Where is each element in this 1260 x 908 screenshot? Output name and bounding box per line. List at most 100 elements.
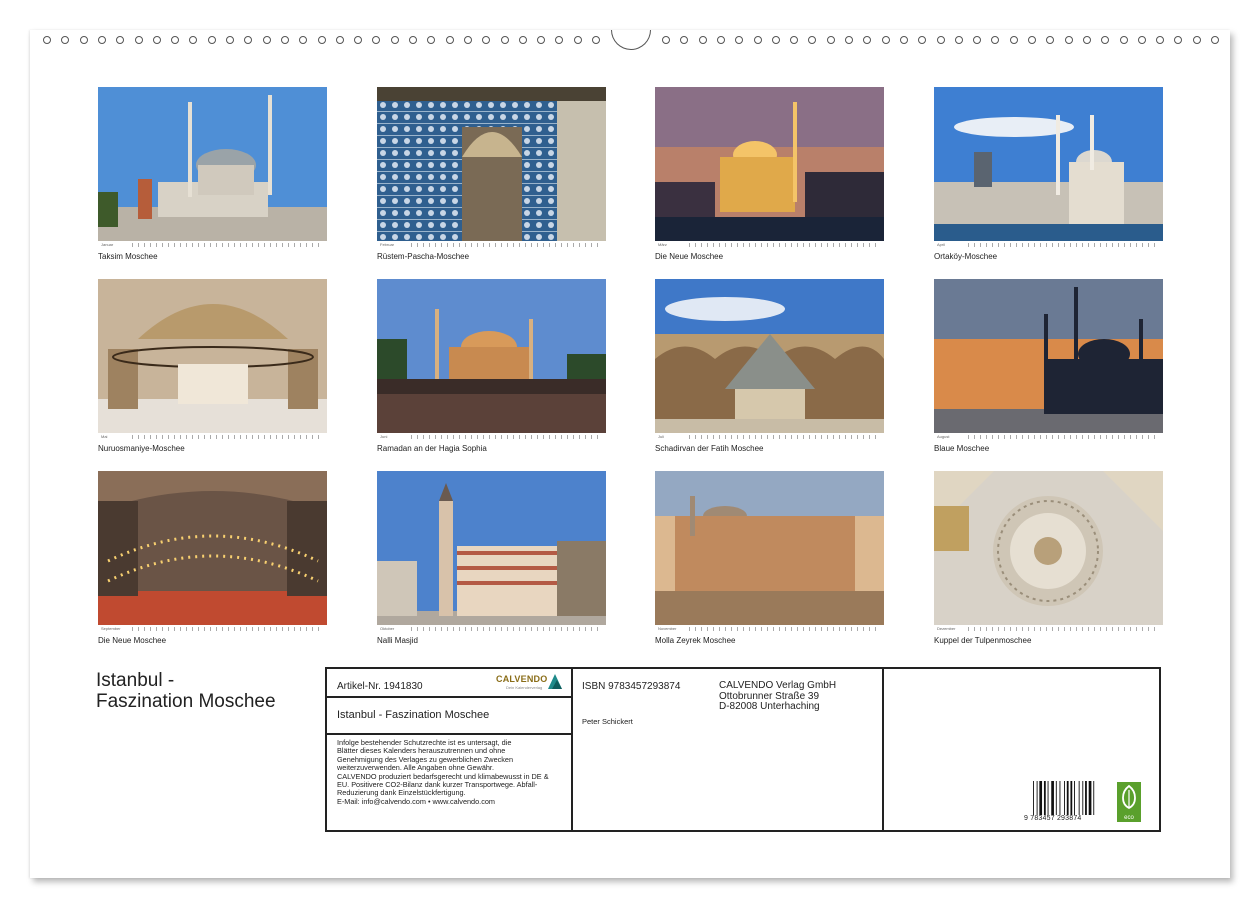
eco-label: eco	[1117, 782, 1141, 822]
month-grid-strip: Januar	[98, 241, 327, 248]
month-photo: November	[655, 471, 884, 632]
day-grid	[689, 627, 881, 631]
binding-hole	[574, 36, 582, 44]
month-tile: AugustBlaue Moschee	[934, 279, 1163, 453]
info-box: Artikel-Nr. 1941830 CALVENDO Dein Kalend…	[325, 667, 1161, 832]
photo-caption: Nalli Masjid	[377, 636, 606, 645]
month-tile: Juni Ramadan an der Hagia Sophia	[377, 279, 606, 453]
publisher-address: CALVENDO Verlag GmbHOttobrunner Straße 3…	[719, 681, 836, 713]
binding-hole	[1028, 36, 1036, 44]
legal-notice: Infolge bestehender Schutzrechte ist es …	[337, 739, 567, 806]
binding-hole	[98, 36, 106, 44]
binding-hole	[135, 36, 143, 44]
month-grid-strip: Februar	[377, 241, 606, 248]
binding-hole	[845, 36, 853, 44]
binding-hole	[991, 36, 999, 44]
legal-line: E-Mail: info@calvendo.com • www.calvendo…	[337, 798, 567, 806]
binding-hole	[482, 36, 490, 44]
binding-hole	[116, 36, 124, 44]
day-grid	[968, 435, 1160, 439]
divider-2	[882, 669, 884, 830]
binding-hole	[1065, 36, 1073, 44]
binding-hole	[882, 36, 890, 44]
eco-text: eco	[1117, 815, 1141, 821]
photo-caption: Kuppel der Tulpenmoschee	[934, 636, 1163, 645]
day-grid	[411, 627, 603, 631]
month-grid-strip: Juli	[655, 433, 884, 440]
logo-mark-icon	[548, 674, 562, 689]
binding-hole	[662, 36, 670, 44]
month-photo: Februar	[377, 87, 606, 248]
month-photo: April	[934, 87, 1163, 248]
binding-hole	[1138, 36, 1146, 44]
month-label: Oktober	[377, 626, 411, 631]
author: Peter Schickert	[582, 717, 633, 726]
month-photo: August	[934, 279, 1163, 440]
calvendo-logo: CALVENDO Dein Kalenderverlag	[496, 674, 566, 692]
month-label: Mai	[98, 434, 132, 439]
binding-hole	[937, 36, 945, 44]
month-photo: Juni	[377, 279, 606, 440]
month-tile: MärzDie Neue Moschee	[655, 87, 884, 261]
hanger-notch	[611, 30, 651, 50]
month-photo: September	[98, 471, 327, 632]
day-grid	[411, 243, 603, 247]
month-label: Januar	[98, 242, 132, 247]
binding-hole	[1010, 36, 1018, 44]
month-label: Juni	[377, 434, 411, 439]
month-grid-strip: November	[655, 625, 884, 632]
binding-hole	[918, 36, 926, 44]
binding-hole	[61, 36, 69, 44]
month-tile: NovemberMolla Zeyrek Moschee	[655, 471, 884, 645]
month-photo: Dezember	[934, 471, 1163, 632]
month-tile: Januar Taksim Moschee	[98, 87, 327, 261]
photo-caption: Ortaköy-Moschee	[934, 252, 1163, 261]
binding-hole	[336, 36, 344, 44]
divider-1	[571, 669, 573, 830]
binding-hole	[735, 36, 743, 44]
photo-caption: Schadirvan der Fatih Moschee	[655, 444, 884, 453]
binding-hole	[754, 36, 762, 44]
month-tile: SeptemberDie Neue Moschee	[98, 471, 327, 645]
barcode-icon	[1032, 781, 1098, 815]
month-grid-strip: April	[934, 241, 1163, 248]
binding-hole	[555, 36, 563, 44]
month-tile: Februar Rüstem-Pascha-Moschee	[377, 87, 606, 261]
article-number: Artikel-Nr. 1941830	[337, 681, 423, 692]
divider-row-1	[327, 696, 571, 698]
month-tile: Mai Nuruosmaniye-Moschee	[98, 279, 327, 453]
photo-caption: Taksim Moschee	[98, 252, 327, 261]
binding-hole	[537, 36, 545, 44]
photo-caption: Ramadan an der Hagia Sophia	[377, 444, 606, 453]
binding-hole	[808, 36, 816, 44]
binding-hole	[772, 36, 780, 44]
binding-hole	[263, 36, 271, 44]
day-grid	[132, 627, 324, 631]
leaf-icon	[1117, 782, 1141, 812]
binding-hole	[171, 36, 179, 44]
binding-hole	[863, 36, 871, 44]
product-title: Istanbul - Faszination Moschee	[337, 709, 489, 721]
binding-hole	[208, 36, 216, 44]
divider-row-2	[327, 733, 571, 735]
binding-hole	[1156, 36, 1164, 44]
logo-subtitle: Dein Kalenderverlag	[506, 685, 542, 690]
photo-caption: Rüstem-Pascha-Moschee	[377, 252, 606, 261]
binding-hole	[43, 36, 51, 44]
binding-hole	[391, 36, 399, 44]
month-photo: Mai	[98, 279, 327, 440]
photo-caption: Nuruosmaniye-Moschee	[98, 444, 327, 453]
month-label: Dezember	[934, 626, 968, 631]
calendar-title: Istanbul - Faszination Moschee	[96, 670, 276, 712]
month-grid-strip: Mai	[98, 433, 327, 440]
month-photo: Januar	[98, 87, 327, 248]
binding-hole	[409, 36, 417, 44]
day-grid	[689, 435, 881, 439]
binding-hole	[226, 36, 234, 44]
binding-hole	[354, 36, 362, 44]
month-label: Juli	[655, 434, 689, 439]
binding-hole	[1174, 36, 1182, 44]
month-grid-strip: August	[934, 433, 1163, 440]
binding-hole	[1083, 36, 1091, 44]
binding-hole	[299, 36, 307, 44]
